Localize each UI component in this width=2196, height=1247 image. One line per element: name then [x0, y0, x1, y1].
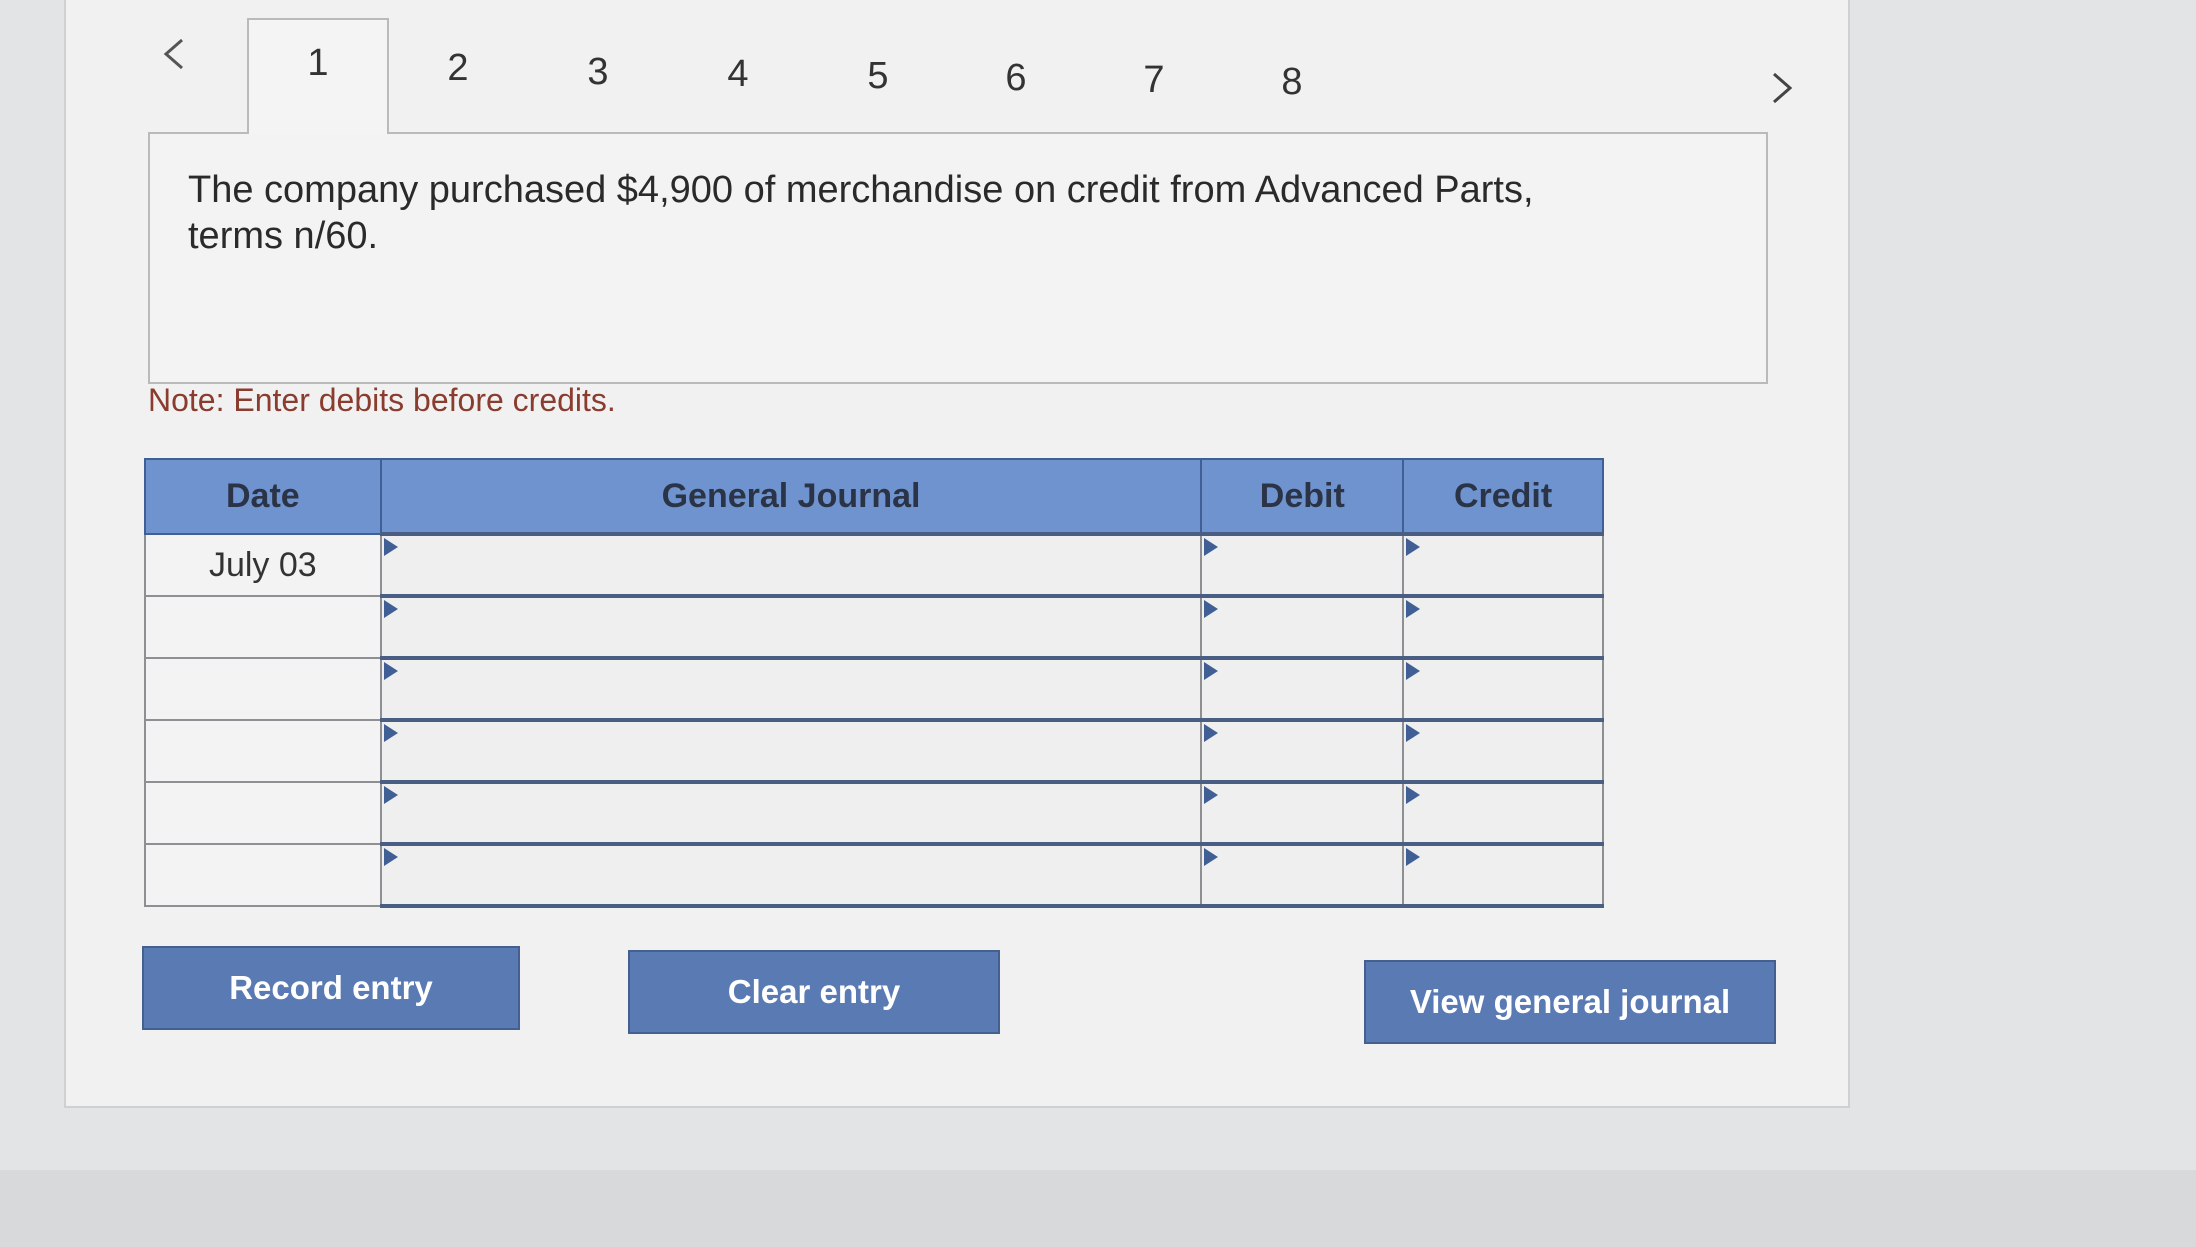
account-input[interactable]: [381, 597, 1205, 657]
dropdown-marker-icon: [1204, 786, 1219, 804]
page-footer-strip: [0, 1170, 2196, 1247]
prev-question-button[interactable]: [144, 24, 204, 84]
credit-cell[interactable]: [1402, 656, 1606, 722]
table-row: [144, 780, 1606, 846]
date-cell: July 03: [144, 533, 382, 597]
account-input[interactable]: [381, 783, 1205, 843]
debit-cell[interactable]: [1200, 718, 1407, 784]
dropdown-marker-icon: [1204, 662, 1219, 680]
credit-input[interactable]: [1404, 783, 1606, 843]
dropdown-marker-icon: [1406, 786, 1421, 804]
dropdown-marker-icon: [383, 848, 398, 866]
date-cell: [144, 657, 382, 721]
debit-input[interactable]: [1202, 845, 1407, 905]
date-cell: [144, 843, 382, 907]
credit-input[interactable]: [1404, 535, 1606, 595]
account-cell[interactable]: [379, 656, 1205, 722]
account-input[interactable]: [381, 535, 1205, 595]
journal-table: Date General Journal Debit Credit July 0…: [144, 458, 1606, 908]
table-row: [144, 594, 1606, 660]
dropdown-marker-icon: [383, 786, 398, 804]
account-input[interactable]: [381, 845, 1205, 905]
question-text: The company purchased $4,900 of merchand…: [188, 169, 1534, 257]
date-cell: [144, 781, 382, 845]
debit-cell[interactable]: [1200, 780, 1407, 846]
debit-input[interactable]: [1202, 721, 1407, 781]
tab-8[interactable]: 8: [1252, 54, 1332, 110]
credit-cell[interactable]: [1402, 718, 1606, 784]
credit-input[interactable]: [1404, 597, 1606, 657]
debit-cell[interactable]: [1200, 594, 1407, 660]
dropdown-marker-icon: [1406, 724, 1421, 742]
date-cell: [144, 595, 382, 659]
tab-6[interactable]: 6: [976, 50, 1056, 106]
dropdown-marker-icon: [1406, 848, 1421, 866]
tab-7[interactable]: 7: [1114, 52, 1194, 108]
account-cell[interactable]: [379, 842, 1205, 908]
chevron-right-icon: [1773, 72, 1793, 104]
tab-5[interactable]: 5: [838, 48, 918, 104]
account-cell[interactable]: [379, 594, 1205, 660]
credit-input[interactable]: [1404, 721, 1606, 781]
account-input[interactable]: [381, 659, 1205, 719]
tab-4[interactable]: 4: [698, 46, 778, 102]
dropdown-marker-icon: [383, 662, 398, 680]
date-header: Date: [144, 458, 382, 535]
account-cell[interactable]: [379, 780, 1205, 846]
journal-header-row: Date General Journal Debit Credit: [144, 458, 1604, 535]
view-general-journal-button[interactable]: View general journal: [1364, 960, 1776, 1044]
dropdown-marker-icon: [1204, 848, 1219, 866]
credit-cell[interactable]: [1402, 532, 1606, 598]
credit-cell[interactable]: [1402, 780, 1606, 846]
debit-input[interactable]: [1202, 783, 1407, 843]
note-text: Note: Enter debits before credits.: [148, 382, 616, 418]
dropdown-marker-icon: [383, 538, 398, 556]
credit-input[interactable]: [1404, 845, 1606, 905]
debit-header: Debit: [1200, 458, 1405, 535]
debit-cell[interactable]: [1200, 656, 1407, 722]
account-input[interactable]: [381, 721, 1205, 781]
tab-2[interactable]: 2: [418, 40, 498, 96]
tab-3[interactable]: 3: [558, 44, 638, 100]
question-box: The company purchased $4,900 of merchand…: [148, 132, 1768, 384]
credit-cell[interactable]: [1402, 842, 1606, 908]
credit-input[interactable]: [1404, 659, 1606, 719]
debit-cell[interactable]: [1200, 842, 1407, 908]
dropdown-marker-icon: [383, 600, 398, 618]
dropdown-marker-icon: [1406, 600, 1421, 618]
clear-entry-button[interactable]: Clear entry: [628, 950, 1000, 1034]
dropdown-marker-icon: [1204, 538, 1219, 556]
debit-cell[interactable]: [1200, 532, 1407, 598]
dropdown-marker-icon: [1406, 662, 1421, 680]
tab-1[interactable]: 1: [247, 18, 389, 134]
debit-input[interactable]: [1202, 535, 1407, 595]
general-journal-header: General Journal: [379, 458, 1203, 535]
dropdown-marker-icon: [383, 724, 398, 742]
account-cell[interactable]: [379, 718, 1205, 784]
table-row: [144, 718, 1606, 784]
date-cell: [144, 719, 382, 783]
dropdown-marker-icon: [1204, 724, 1219, 742]
table-row: [144, 842, 1606, 908]
chevron-left-icon: [163, 38, 183, 70]
account-cell[interactable]: [379, 532, 1205, 598]
dropdown-marker-icon: [1406, 538, 1421, 556]
credit-header: Credit: [1402, 458, 1604, 535]
debit-input[interactable]: [1202, 597, 1407, 657]
dropdown-marker-icon: [1204, 600, 1219, 618]
debit-input[interactable]: [1202, 659, 1407, 719]
next-question-button[interactable]: [1752, 58, 1812, 118]
table-row: July 03: [144, 532, 1606, 598]
credit-cell[interactable]: [1402, 594, 1606, 660]
record-entry-button[interactable]: Record entry: [142, 946, 520, 1030]
table-row: [144, 656, 1606, 722]
